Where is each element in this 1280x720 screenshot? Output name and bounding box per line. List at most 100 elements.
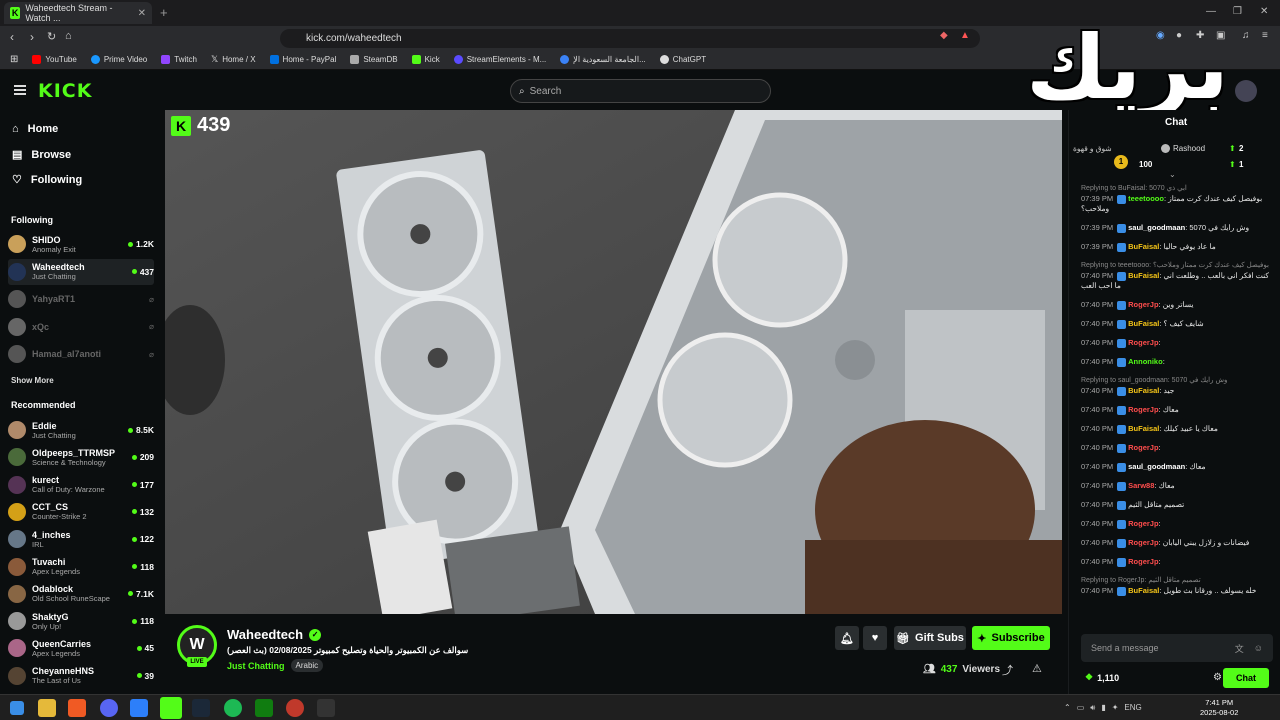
bookmark-item[interactable]: StreamElements - M... [453, 55, 546, 64]
window-close-icon[interactable]: ✕ [1260, 6, 1268, 17]
chat-message[interactable]: 07:40 PM RogerJp: فيضانات و زلازل يبني ال… [1081, 538, 1273, 548]
report-icon[interactable]: ⚠ [1032, 662, 1042, 675]
bookmark-item[interactable]: Twitch [161, 55, 197, 64]
chevron-up-icon[interactable]: ⌃ [1064, 703, 1071, 713]
sidebar-channel[interactable]: Eddie Just Chatting 8.5K [8, 417, 154, 443]
video-player[interactable]: K 439 [165, 110, 1062, 614]
streamer-name[interactable]: Waheedtech ✓ [227, 627, 322, 642]
sidebar-channel[interactable]: kurect Call of Duty: Warzone 177 [8, 472, 154, 498]
bookmark-item[interactable]: YouTube [32, 55, 77, 64]
sidebar-channel[interactable]: SHIDO Anomaly Exit 1.2K [8, 231, 154, 257]
chat-message[interactable]: 07:40 PM RogerJp: [1081, 338, 1273, 348]
notification-bell-button[interactable]: 🔔︎ [835, 626, 859, 650]
chat-message[interactable]: 07:40 PM Annoniko: [1081, 357, 1273, 367]
chat-message[interactable]: 07:40 PM RogerJp: [1081, 519, 1273, 529]
show-more-button[interactable]: Show More [11, 376, 54, 385]
message-username[interactable]: RogerJp [1128, 338, 1158, 347]
message-username[interactable]: RogerJp [1128, 519, 1158, 528]
chat-message[interactable]: 07:40 PM RogerJp: [1081, 443, 1273, 453]
browser-tab[interactable]: K Waheedtech Stream - Watch ... ✕ [4, 2, 152, 24]
app-icon[interactable] [317, 699, 335, 717]
expand-chevron-icon[interactable]: ⌄ [1169, 170, 1176, 179]
message-username[interactable]: BuFaisal [1128, 319, 1159, 328]
sidebar-channel[interactable]: YahyaRT1 ⌀ [8, 286, 154, 312]
sidebar-channel[interactable]: xQc ⌀ [8, 314, 154, 340]
app-icon[interactable] [286, 699, 304, 717]
message-username[interactable]: BuFaisal [1128, 386, 1159, 395]
chat-message[interactable]: 07:40 PM BuFaisal: معاك يا عبيد كيلك [1081, 424, 1273, 434]
message-username[interactable]: RogerJp [1128, 557, 1158, 566]
address-bar[interactable]: kick.com/waheedtech [280, 29, 980, 48]
sidebar-channel[interactable]: 4_inches IRL 122 [8, 526, 154, 552]
gift-subs-button[interactable]: 🎁︎ Gift Subs [894, 626, 966, 650]
chat-message[interactable]: Replying to saul_goodmaan: 5070 وش رايك … [1081, 376, 1273, 396]
sidebar-item-following[interactable]: ♡ Following [12, 173, 82, 187]
message-username[interactable]: saul_goodmaan [1128, 462, 1185, 471]
new-tab-icon[interactable]: + [160, 5, 168, 20]
category-link[interactable]: Just Chatting [227, 661, 285, 671]
chat-message[interactable]: Replying to RogerJp: تصميم متاقل الثيم 07… [1081, 576, 1273, 596]
chat-message[interactable]: 07:40 PM BuFaisal: شايف كيف ؟ [1081, 319, 1273, 329]
subscribe-button[interactable]: ✦ Subscribe [972, 626, 1050, 650]
media-icon[interactable]: ♫ [1242, 30, 1250, 41]
channel-points[interactable]: ❖ 1,110 [1085, 672, 1119, 683]
maximize-icon[interactable]: ❐ [1233, 6, 1242, 17]
brave-shield-icon[interactable]: ◆ [940, 30, 948, 41]
bookmark-item[interactable]: ChatGPT [659, 55, 706, 64]
xbox-icon[interactable] [255, 699, 273, 717]
apps-grid-icon[interactable]: ⊞ [10, 54, 18, 65]
message-username[interactable]: RogerJp [1128, 443, 1158, 452]
bluetooth-icon[interactable]: ✦ [1112, 703, 1119, 713]
message-username[interactable]: RogerJp [1128, 538, 1158, 547]
sidebar-channel[interactable]: Odablock Old School RuneScape 7.1K [8, 581, 154, 607]
follow-heart-button[interactable]: ♥ [863, 626, 887, 650]
sidebar-channel[interactable]: QueenCarries Apex Legends 45 [8, 635, 154, 661]
windows-start-icon[interactable] [10, 701, 24, 715]
sidebar-channel[interactable]: Waheedtech Just Chatting 437 [8, 258, 154, 285]
language-tag[interactable]: Arabic [290, 659, 324, 672]
brave-browser-icon[interactable] [68, 699, 86, 717]
back-icon[interactable]: ‹ [10, 30, 14, 44]
message-username[interactable]: BuFaisal [1128, 424, 1159, 433]
chat-message[interactable]: 07:40 PM saul_goodmaan: معاك [1081, 462, 1273, 472]
chat-message[interactable]: 07:39 PM saul_goodmaan: 5070 وش رايك في [1081, 223, 1273, 233]
gear-icon[interactable]: ⚙ [1213, 672, 1222, 683]
message-username[interactable]: BuFaisal [1128, 586, 1159, 595]
kick-app-icon[interactable] [160, 697, 182, 719]
chat-message[interactable]: Replying to BuFaisal: 5070 ابي ذي 07:39 P… [1081, 184, 1273, 214]
user-avatar[interactable] [1235, 80, 1257, 102]
steam-icon[interactable] [192, 699, 210, 717]
bookmark-item[interactable]: 𝕏 Home / X [211, 54, 256, 65]
message-username[interactable]: saul_goodmaan [1128, 223, 1185, 232]
sidebar-item-browse[interactable]: ▤ Browse [12, 148, 71, 162]
search-input[interactable]: ⌕ Search [510, 79, 771, 103]
message-username[interactable]: Sarw88 [1128, 481, 1154, 490]
bookmark-item[interactable]: الجامعة السعودية الإ... [560, 55, 646, 64]
language-indicator[interactable]: ENG [1124, 703, 1141, 713]
chat-message[interactable]: 07:39 PM BuFaisal: ما عاد يوفي حاليا [1081, 242, 1273, 252]
sidebar-channel[interactable]: CheyanneHNS The Last of Us 39 [8, 663, 154, 689]
message-username[interactable]: BuFaisal [1128, 271, 1159, 280]
network-icon[interactable]: ▭ [1077, 703, 1085, 713]
message-username[interactable]: RogerJp [1128, 405, 1158, 414]
discord-icon[interactable] [100, 699, 118, 717]
message-username[interactable]: RogerJp [1128, 300, 1158, 309]
spotify-icon[interactable] [224, 699, 242, 717]
send-chat-button[interactable]: Chat [1223, 668, 1269, 688]
emoji-icon[interactable]: ☺ [1254, 643, 1263, 653]
chat-message[interactable]: 07:40 PM RogerJp: معاك [1081, 405, 1273, 415]
sidebar-channel[interactable]: CCT_CS Counter-Strike 2 132 [8, 499, 154, 525]
message-username[interactable]: BuFaisal [1128, 242, 1159, 251]
message-username[interactable]: Annoniko [1128, 357, 1163, 366]
kick-logo[interactable]: KICK [38, 80, 92, 102]
sidebar-channel[interactable]: Tuvachi Apex Legends 118 [8, 554, 154, 580]
bookmark-item[interactable]: Prime Video [90, 55, 147, 64]
battery-icon[interactable]: ▮ [1101, 703, 1105, 713]
sidebar-channel[interactable]: ShaktyG Only Up! 118 [8, 608, 154, 634]
volume-icon[interactable]: 🔊︎ [1090, 703, 1095, 713]
chat-message[interactable]: 07:40 PM Sarw88: معاك [1081, 481, 1273, 491]
forward-icon[interactable]: › [30, 30, 34, 44]
file-explorer-icon[interactable] [38, 699, 56, 717]
app-icon[interactable] [130, 699, 148, 717]
chat-message[interactable]: 07:40 PM تصميم متاقل الثيم [1081, 500, 1273, 510]
